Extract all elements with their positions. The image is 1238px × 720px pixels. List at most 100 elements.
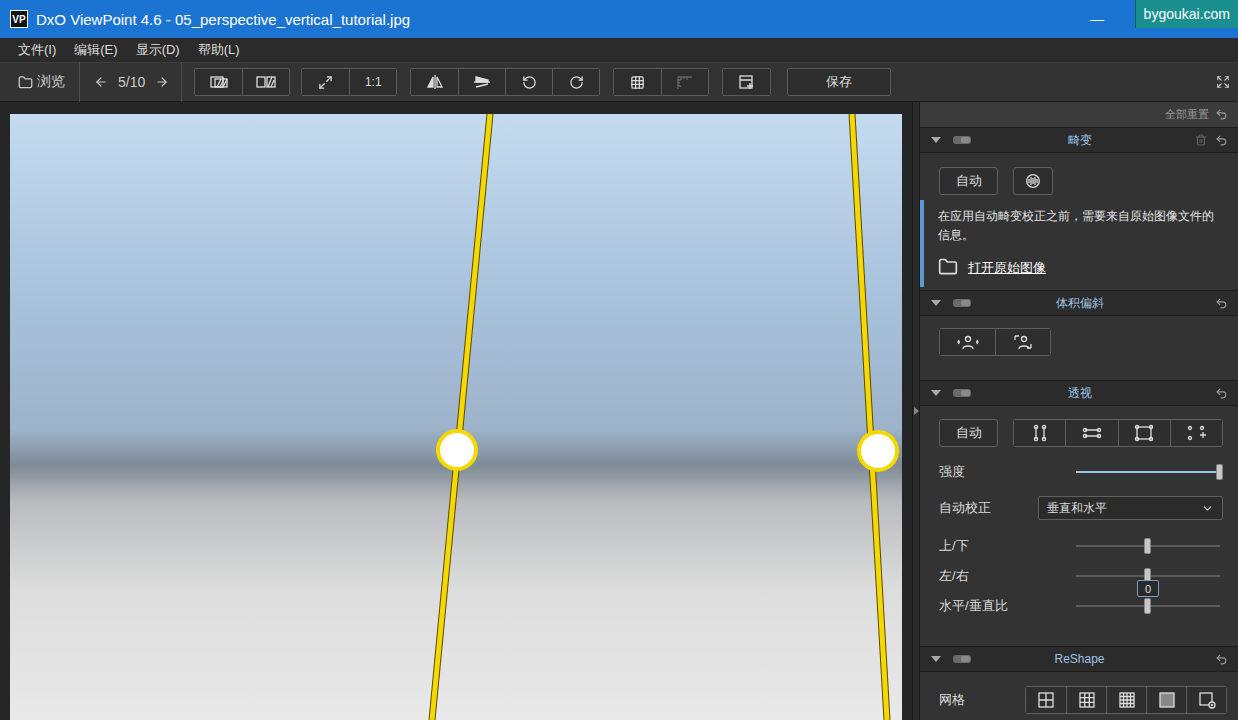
grid-button[interactable] [614, 69, 661, 95]
panel-button[interactable] [723, 69, 770, 95]
distortion-header[interactable]: 畸变 [920, 127, 1238, 153]
slider[interactable] [1076, 598, 1220, 614]
collapse-arrow-icon[interactable] [914, 407, 919, 415]
browse-button[interactable]: 浏览 [18, 73, 65, 91]
open-original-link[interactable]: 打开原始图像 [938, 257, 1224, 277]
info-notice: 在应用自动畸变校正之前，需要来自原始图像文件的信息。打开原始图像 [920, 200, 1238, 287]
perspective-header[interactable]: 透视 [920, 380, 1238, 406]
slider-thumb[interactable] [1144, 598, 1151, 614]
perspective-guides[interactable] [10, 114, 902, 720]
reset-icon[interactable] [1215, 387, 1228, 400]
panel-divider[interactable] [912, 102, 920, 720]
guide-handle[interactable] [438, 431, 476, 469]
rotate-right-icon [569, 75, 584, 90]
auto-correct-select[interactable]: 垂直和水平 [1038, 496, 1223, 520]
next-arrow-icon[interactable] [155, 75, 169, 89]
slider[interactable] [1076, 464, 1220, 480]
expand-triangle-icon[interactable] [931, 390, 941, 396]
eightpoint-icon [1185, 424, 1207, 442]
custom-grid-button[interactable] [1186, 687, 1226, 713]
toolbar-group [410, 68, 600, 96]
toolbar-group: 1:1 [301, 68, 397, 96]
separator [79, 62, 80, 102]
volume-deformation-title: 体积偏斜 [1056, 295, 1104, 312]
image-canvas [0, 102, 912, 720]
vertical-tool-button[interactable] [1014, 420, 1065, 446]
settings-panel: 全部重置畸变自动在应用自动畸变校正之前，需要来自原始图像文件的信息。打开原始图像… [920, 102, 1238, 720]
fit-button[interactable] [302, 69, 349, 95]
trash-icon[interactable] [1195, 134, 1207, 146]
chevron-down-icon [1201, 502, 1214, 515]
slider-thumb[interactable] [1216, 464, 1223, 480]
reset-all-button[interactable]: 全部重置 [1165, 107, 1209, 122]
minimize-button[interactable]: — [1084, 11, 1110, 27]
reset-icon[interactable] [1215, 134, 1228, 147]
ruler-button [661, 69, 708, 95]
title-bar: VPDxO ViewPoint 4.6 - 05_perspective_ver… [0, 0, 1238, 38]
toolbar: 浏览5/101:1保存 [0, 62, 1238, 102]
window-title: DxO ViewPoint 4.6 - 05_perspective_verti… [36, 11, 1084, 28]
g3-grid-button[interactable] [1066, 687, 1106, 713]
slider-row: 水平/垂直比 [920, 591, 1238, 621]
separator [181, 62, 182, 102]
slider-row: 上/下 [920, 531, 1238, 561]
reshape-header[interactable]: ReShape [920, 646, 1238, 672]
g2-grid-button[interactable] [1026, 687, 1066, 713]
menu-item[interactable]: 文件(I) [9, 41, 65, 59]
fullscreen-icon[interactable] [1216, 75, 1230, 89]
grid-label: 网格 [939, 691, 1025, 709]
split-button[interactable] [242, 69, 289, 95]
menu-bar: 文件(I)编辑(E)显示(D)帮助(L) [0, 38, 1238, 62]
expand-triangle-icon[interactable] [931, 137, 941, 143]
waveform-button[interactable] [1013, 167, 1053, 195]
zoom-button[interactable]: 1:1 [349, 69, 396, 95]
waveform-icon [1024, 174, 1042, 188]
slider-label: 上/下 [939, 537, 1076, 555]
menu-item[interactable]: 编辑(E) [65, 41, 126, 59]
section-toggle-icon[interactable] [953, 389, 971, 397]
slider[interactable] [1076, 538, 1220, 554]
eightpoint-tool-button[interactable] [1170, 420, 1222, 446]
select-label: 自动校正 [939, 499, 1038, 517]
reset-icon[interactable] [1215, 653, 1228, 666]
reset-icon[interactable] [1215, 108, 1228, 121]
rectangle-tool-button[interactable] [1118, 420, 1170, 446]
slider-thumb[interactable] [1144, 538, 1151, 554]
expand-triangle-icon[interactable] [931, 656, 941, 662]
toolbar-group [722, 68, 771, 96]
solid-grid-button[interactable] [1146, 687, 1186, 713]
rotright-button[interactable] [552, 69, 599, 95]
cylindrical-icon [1012, 333, 1034, 351]
ruler-icon [675, 74, 695, 90]
section-toggle-icon[interactable] [953, 299, 971, 307]
mirror-button[interactable] [411, 69, 458, 95]
menu-item[interactable]: 显示(D) [127, 41, 189, 59]
compare-button[interactable] [195, 69, 242, 95]
horizontal-tool-button[interactable] [1065, 420, 1117, 446]
slider[interactable]: 0 [1076, 568, 1220, 584]
expand-triangle-icon[interactable] [931, 300, 941, 306]
fit-screen-icon [318, 75, 333, 90]
g4-grid-button[interactable] [1106, 687, 1146, 713]
guide-handle[interactable] [859, 432, 897, 470]
reset-icon[interactable] [1215, 297, 1228, 310]
cylindrical-button[interactable] [995, 329, 1050, 355]
auto-button[interactable]: 自动 [939, 419, 998, 447]
rotleft-button[interactable] [505, 69, 552, 95]
flip-button[interactable] [458, 69, 505, 95]
toolbar-group [194, 68, 290, 96]
spherical-button[interactable] [940, 329, 995, 355]
grid-options [1025, 686, 1227, 714]
volume-deformation-header[interactable]: 体积偏斜 [920, 290, 1238, 316]
save-button[interactable]: 保存 [787, 68, 891, 96]
g2-icon [1035, 691, 1057, 709]
section-toggle-icon[interactable] [953, 655, 971, 663]
horizontal-icon [1081, 424, 1103, 442]
previous-arrow-icon[interactable] [94, 75, 108, 89]
panel-icon [737, 74, 757, 90]
section-toggle-icon[interactable] [953, 136, 971, 144]
menu-item[interactable]: 帮助(L) [189, 41, 249, 59]
split-icon [256, 74, 276, 90]
auto-button[interactable]: 自动 [939, 167, 998, 195]
slider-value[interactable]: 0 [1137, 580, 1159, 597]
